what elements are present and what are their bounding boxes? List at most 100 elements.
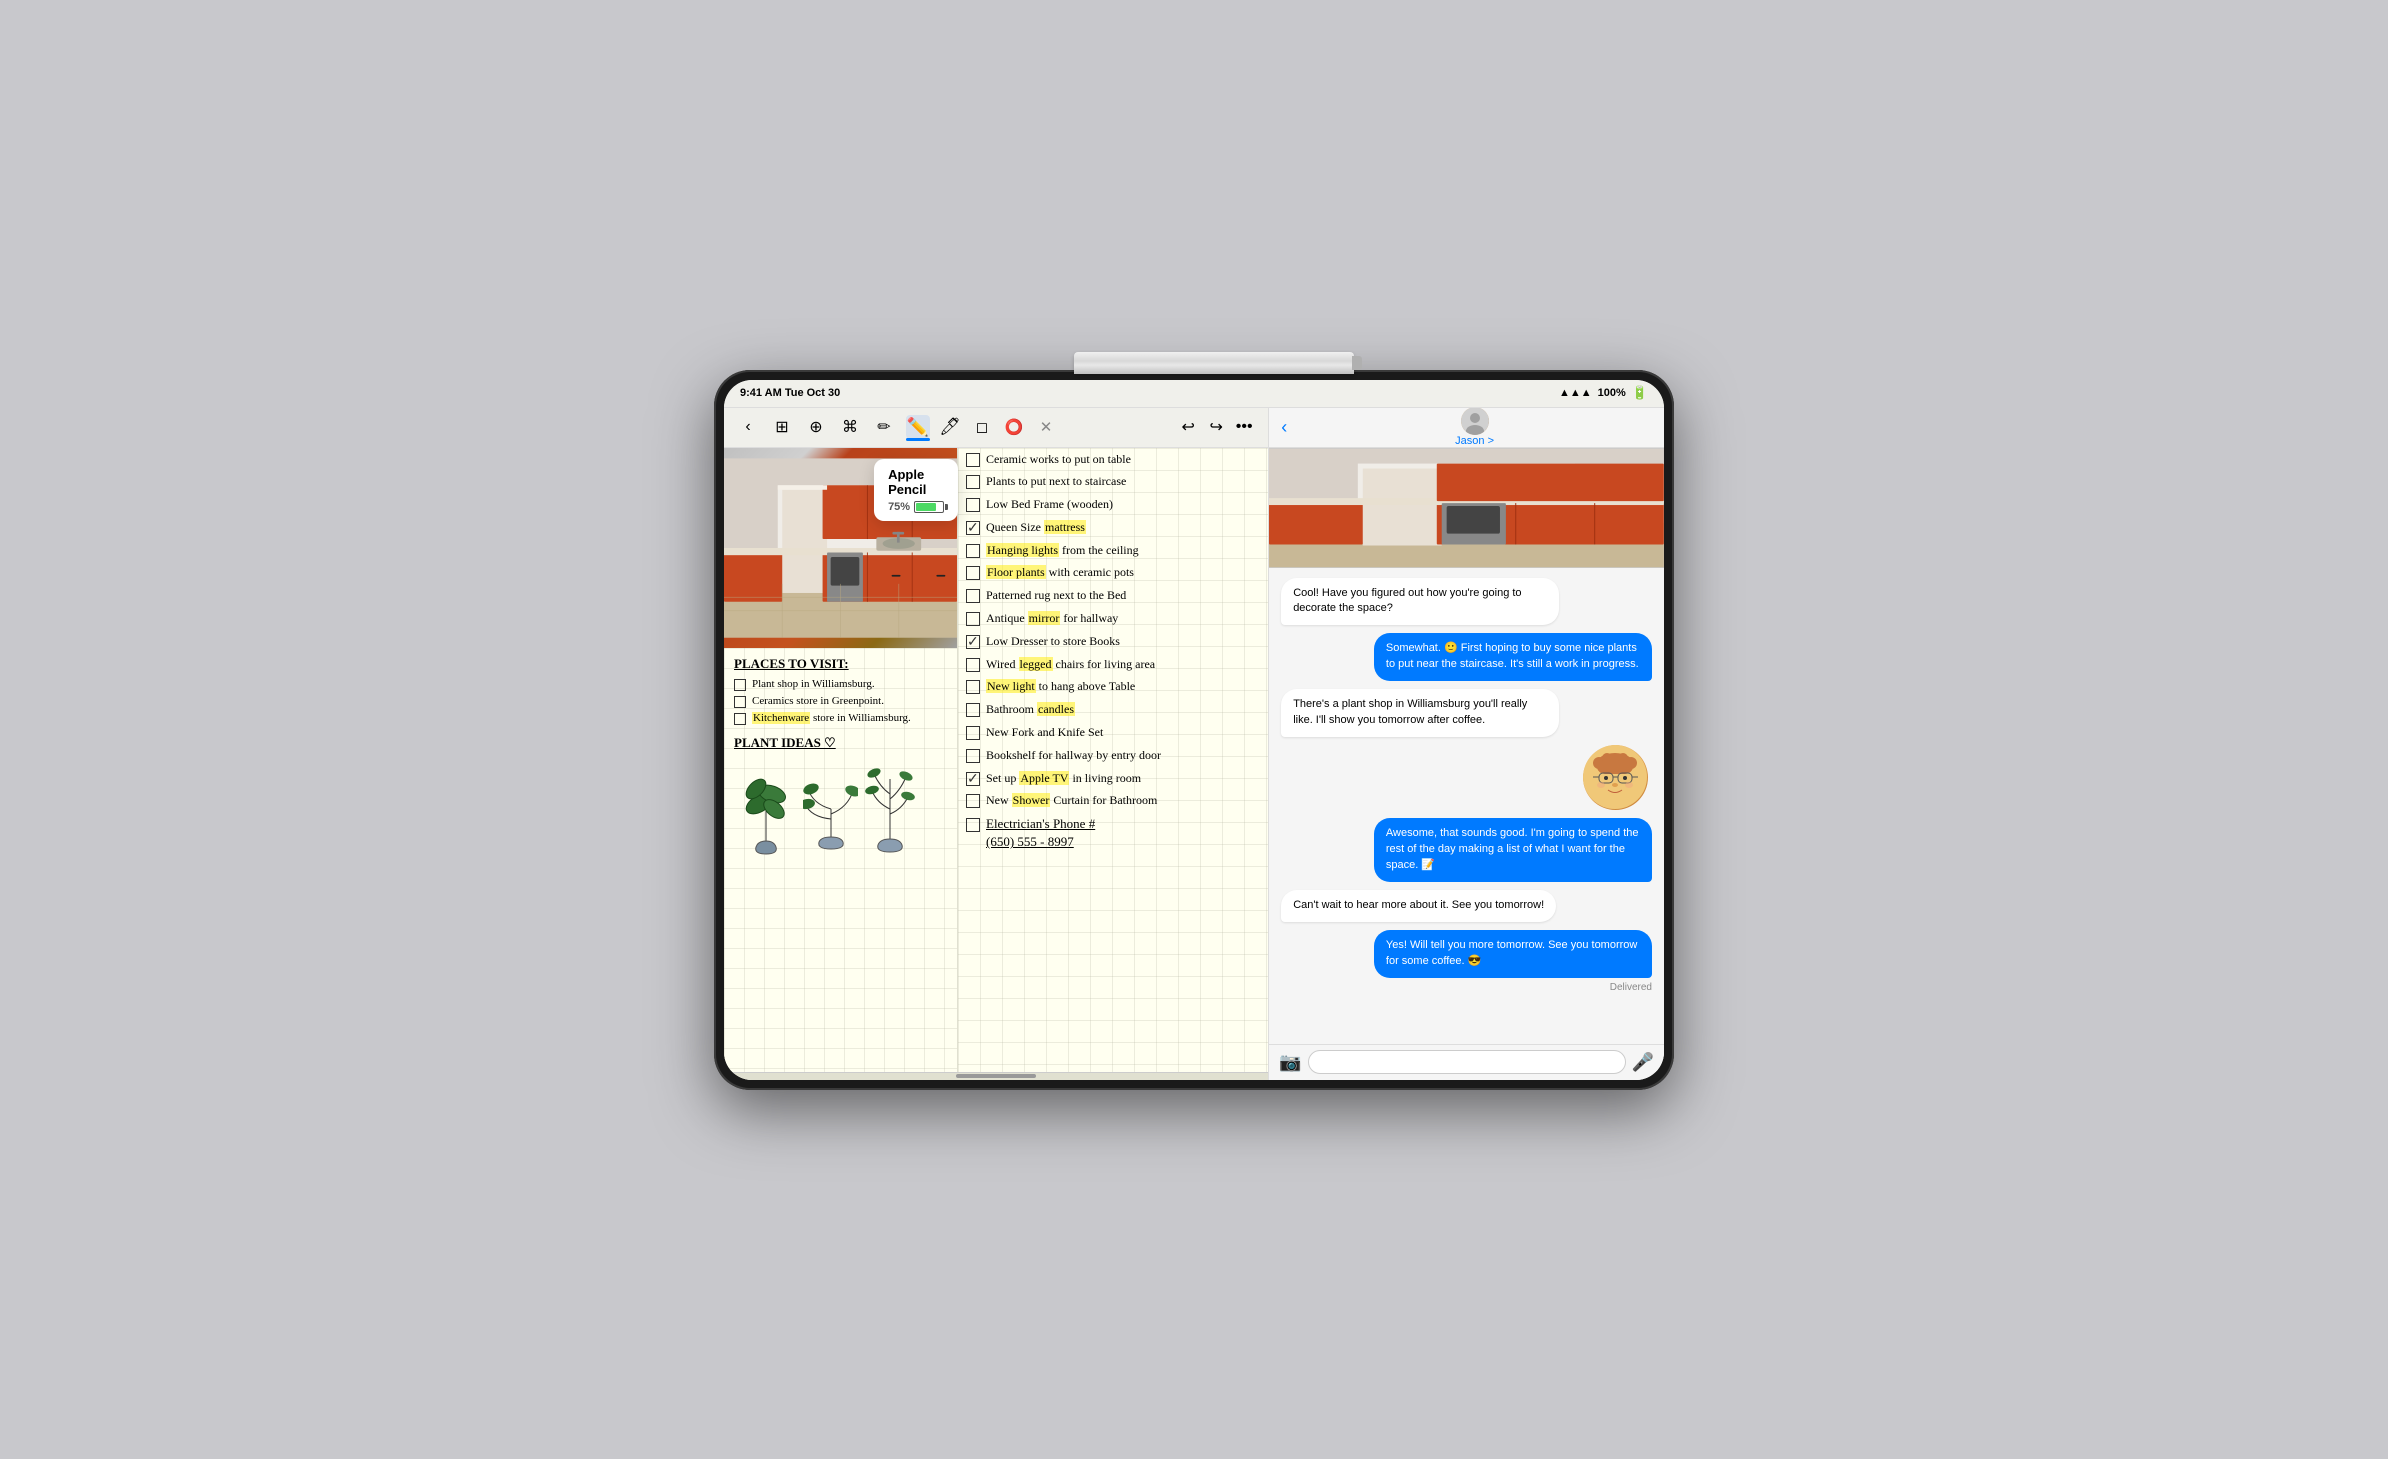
lasso-icon[interactable]: ⌘ [838, 415, 862, 439]
drawing-tools: ✏️ Apple Pencil 75% [906, 415, 1058, 439]
checkbox[interactable] [966, 818, 980, 832]
checkbox-checked[interactable] [966, 635, 980, 649]
checkbox[interactable] [966, 612, 980, 626]
pencil-popup-title: Apple Pencil [888, 467, 944, 497]
message-input[interactable] [1308, 1050, 1626, 1074]
message-received-3: Can't wait to hear more about it. See yo… [1281, 890, 1556, 922]
grid-view-icon[interactable]: ⊞ [770, 415, 794, 439]
share-icon[interactable]: ✏ [872, 415, 896, 439]
list-item: New Fork and Knife Set [958, 721, 1268, 744]
checkbox[interactable] [966, 566, 980, 580]
battery-fill [916, 503, 936, 511]
battery-percent-text: 75% [888, 501, 910, 513]
list-item: New Shower Curtain for Bathroom [958, 789, 1268, 812]
checkbox[interactable] [966, 703, 980, 717]
list-item: Bathroom candles [958, 698, 1268, 721]
message-received-2: There's a plant shop in Williamsburg you… [1281, 689, 1559, 737]
list-item: Set up Apple TV in living room [958, 767, 1268, 790]
checkbox[interactable] [966, 498, 980, 512]
marker-tool[interactable]: 🖊 [938, 415, 962, 439]
left-panel-content: PLACES TO VISIT: Plant shop in Williamsb… [724, 648, 957, 1072]
item-text: New Fork and Knife Set [986, 724, 1103, 741]
ipad-device: 9:41 AM Tue Oct 30 ▲▲▲ 100% 🔋 ‹ ⊞ [714, 370, 1674, 1090]
contact-name[interactable]: Jason > [1455, 435, 1494, 447]
item-text: Antique mirror for hallway [986, 610, 1118, 627]
item-text: Plants to put next to staircase [986, 473, 1126, 490]
plant-sketches [734, 759, 947, 859]
notes-left-panel: PLACES TO VISIT: Plant shop in Williamsb… [724, 448, 958, 1072]
plant-sketch-3 [862, 759, 917, 859]
chat-kitchen-svg [1269, 448, 1664, 568]
wifi-icon: ▲▲▲ [1559, 387, 1592, 399]
checkbox-3[interactable] [734, 713, 746, 725]
item-text: Low Bed Frame (wooden) [986, 496, 1113, 513]
list-item: Hanging lights from the ceiling [958, 539, 1268, 562]
list-item: Bookshelf for hallway by entry door [958, 744, 1268, 767]
eraser-tool[interactable]: ◻ [970, 415, 994, 439]
contact-header: Jason > [1297, 408, 1652, 448]
place-text-3: Kitchenware store in Williamsburg. [752, 712, 911, 724]
item-text: Hanging lights from the ceiling [986, 542, 1139, 559]
checkbox-checked[interactable] [966, 772, 980, 786]
pencil-battery: 75% [888, 501, 944, 513]
scene: 9:41 AM Tue Oct 30 ▲▲▲ 100% 🔋 ‹ ⊞ [714, 370, 1674, 1090]
checkbox[interactable] [966, 475, 980, 489]
checkbox[interactable] [966, 589, 980, 603]
msg-text: Somewhat. 🙂 First hoping to buy some nic… [1386, 642, 1639, 670]
memoji-face-svg [1583, 745, 1648, 810]
place-item-1: Plant shop in Williamsburg. [734, 678, 947, 691]
contact-avatar[interactable] [1461, 408, 1489, 436]
list-item: New light to hang above Table [958, 675, 1268, 698]
msg-text: Cool! Have you figured out how you're go… [1293, 587, 1521, 615]
plant-ideas-title: PLANT IDEAS ♡ [734, 735, 947, 751]
item-text: Bathroom candles [986, 701, 1075, 718]
add-note-icon[interactable]: ⊕ [804, 415, 828, 439]
notes-toolbar: ‹ ⊞ ⊕ ⌘ ✏ ✏️ [724, 408, 1268, 448]
checkbox[interactable] [966, 794, 980, 808]
redo-button[interactable]: ↪ [1204, 415, 1228, 439]
place-item-3: Kitchenware store in Williamsburg. [734, 712, 947, 725]
item-text: Ceramic works to put on table [986, 451, 1131, 468]
status-right: ▲▲▲ 100% 🔋 [1559, 385, 1648, 401]
back-button[interactable]: ‹ [736, 415, 760, 439]
place-text-1: Plant shop in Williamsburg. [752, 678, 875, 690]
message-received-1: Cool! Have you figured out how you're go… [1281, 578, 1559, 626]
list-item: Plants to put next to staircase [958, 470, 1268, 493]
item-text: Floor plants with ceramic pots [986, 564, 1134, 581]
memoji-sticker [1583, 745, 1648, 810]
battery-percentage: 100% [1598, 387, 1626, 399]
checkbox[interactable] [966, 658, 980, 672]
status-bar: 9:41 AM Tue Oct 30 ▲▲▲ 100% 🔋 [724, 380, 1664, 408]
checkbox[interactable] [966, 749, 980, 763]
lasso-select-tool[interactable]: ⭕ [1002, 415, 1026, 439]
item-text: Bookshelf for hallway by entry door [986, 747, 1161, 764]
checkbox[interactable] [966, 544, 980, 558]
checkbox-checked[interactable] [966, 521, 980, 535]
pencil-tool-wrapper: ✏️ Apple Pencil 75% [906, 415, 930, 439]
list-item: Floor plants with ceramic pots [958, 561, 1268, 584]
camera-icon[interactable]: 📷 [1279, 1052, 1301, 1073]
messages-back-button[interactable]: ‹ [1281, 417, 1287, 438]
list-item: Patterned rug next to the Bed [958, 584, 1268, 607]
messages-input-bar: 📷 🎤 [1269, 1044, 1664, 1080]
item-text: Low Dresser to store Books [986, 633, 1120, 650]
checkbox[interactable] [966, 453, 980, 467]
close-tool[interactable]: ✕ [1034, 415, 1058, 439]
checkbox[interactable] [966, 680, 980, 694]
notes-scrollbar[interactable] [724, 1072, 1268, 1080]
list-item: Low Bed Frame (wooden) [958, 493, 1268, 516]
pencil-tool[interactable]: ✏️ [906, 415, 930, 439]
send-icon[interactable]: 🎤 [1632, 1052, 1654, 1073]
undo-button[interactable]: ↩ [1176, 415, 1200, 439]
undo-redo-group: ↩ ↪ ••• [1176, 415, 1256, 439]
more-options-button[interactable]: ••• [1232, 415, 1256, 439]
message-sent-2: Awesome, that sounds good. I'm going to … [1374, 818, 1652, 882]
apple-pencil [1074, 352, 1354, 374]
item-text: New light to hang above Table [986, 678, 1135, 695]
notes-side: ‹ ⊞ ⊕ ⌘ ✏ ✏️ [724, 408, 1269, 1080]
chat-photo-preview [1269, 448, 1664, 568]
messages-content: Cool! Have you figured out how you're go… [1269, 568, 1664, 1044]
checkbox-1[interactable] [734, 679, 746, 691]
checkbox-2[interactable] [734, 696, 746, 708]
checkbox[interactable] [966, 726, 980, 740]
